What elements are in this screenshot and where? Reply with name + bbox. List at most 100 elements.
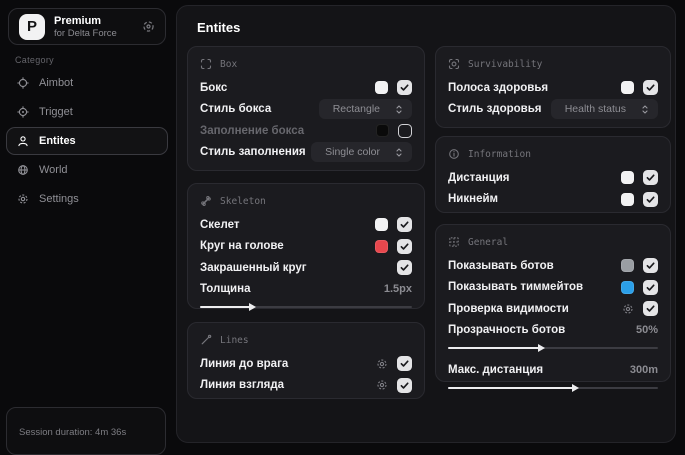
setting-label: Стиль здоровья [448, 103, 542, 116]
sidebar-item-trigget[interactable]: Trigget [6, 98, 168, 126]
checkbox[interactable] [397, 356, 412, 372]
setting-row: Прозрачность ботов 50% [448, 320, 658, 342]
card-header-label: Lines [220, 334, 249, 346]
setting-label: Толщина [200, 283, 251, 296]
card-information: Information Дистанция Никнейм [435, 136, 671, 213]
bone-icon [200, 195, 212, 207]
line-settings-gear-icon[interactable] [376, 379, 388, 391]
slider-thumb[interactable] [538, 344, 546, 352]
setting-label: Заполнение бокса [200, 124, 305, 137]
sidebar-item-label: World [39, 164, 68, 176]
color-swatch[interactable] [621, 259, 634, 273]
setting-row: Стиль заполнения Single color [200, 142, 412, 164]
checkbox[interactable] [643, 279, 658, 295]
sidebar-item-label: Entites [39, 135, 76, 147]
dropdown-value: Rectangle [332, 103, 380, 116]
setting-row: Закрашенный круг [200, 257, 412, 279]
gear-icon [17, 193, 29, 205]
info-icon [448, 148, 460, 160]
color-swatch[interactable] [375, 239, 388, 253]
box-style-dropdown[interactable]: Rectangle [318, 99, 412, 120]
setting-label: Полоса здоровья [448, 81, 549, 94]
setting-label: Дистанция [448, 171, 510, 184]
checkbox[interactable] [397, 238, 412, 254]
setting-row: Стиль бокса Rectangle [200, 99, 412, 121]
checkbox[interactable] [397, 260, 412, 276]
card-skeleton: Skeleton Скелет Круг на голове Закрашенн… [187, 183, 425, 312]
setting-row: Стиль здоровья Health status [448, 99, 658, 121]
card-header-label: Survivability [468, 58, 543, 70]
trigger-icon [17, 106, 29, 118]
dropdown-value: Health status [564, 103, 626, 116]
app-subtitle: for Delta Force [54, 27, 117, 39]
color-swatch[interactable] [621, 81, 634, 95]
setting-label: Показывать тиммейтов [448, 281, 584, 294]
setting-label: Никнейм [448, 193, 499, 206]
slider-value: 1.5px [383, 283, 412, 296]
chevron-up-down-icon [394, 147, 404, 158]
checkbox[interactable] [398, 123, 412, 138]
sidebar-nav: Aimbot Trigget Entites World Settings [6, 69, 168, 213]
setting-label: Линия взгляда [200, 379, 285, 392]
person-icon [17, 135, 29, 147]
sidebar-item-world[interactable]: World [6, 156, 168, 184]
slider-fill [448, 347, 541, 349]
checkbox[interactable] [397, 217, 412, 233]
max-distance-slider[interactable] [448, 383, 658, 393]
color-swatch[interactable] [375, 218, 388, 232]
chevron-up-down-icon [394, 104, 404, 115]
session-duration-text: Session duration: 4m 36s [19, 427, 127, 438]
slider-thumb[interactable] [248, 303, 256, 311]
app-logo: P [19, 13, 45, 40]
setting-row: Показывать ботов [448, 255, 658, 277]
sidebar-item-aimbot[interactable]: Aimbot [6, 69, 168, 97]
color-swatch[interactable] [375, 81, 388, 95]
line-settings-gear-icon[interactable] [376, 358, 388, 370]
sidebar: P Premium for Delta Force Category Aimbo… [0, 0, 172, 455]
premium-card: P Premium for Delta Force [8, 8, 166, 45]
setting-label: Скелет [200, 218, 240, 231]
grid-icon [448, 236, 460, 248]
color-swatch[interactable] [376, 124, 389, 138]
health-style-dropdown[interactable]: Health status [550, 99, 658, 120]
checkbox[interactable] [643, 80, 658, 96]
setting-label: Бокс [200, 81, 228, 94]
crosshair-icon [17, 77, 29, 89]
setting-row: Показывать тиммейтов [448, 277, 658, 299]
sidebar-item-settings[interactable]: Settings [6, 185, 168, 213]
globe-icon [17, 164, 29, 176]
checkbox[interactable] [643, 258, 658, 274]
setting-label: Проверка видимости [448, 302, 569, 315]
color-swatch[interactable] [621, 171, 634, 185]
visibility-settings-gear-icon[interactable] [622, 303, 634, 315]
setting-label: Линия до врага [200, 357, 289, 370]
card-general: General Показывать ботов Показывать тимм… [435, 224, 671, 392]
setting-label: Макс. дистанция [448, 363, 544, 376]
sync-icon[interactable] [142, 20, 155, 33]
checkbox[interactable] [643, 170, 658, 186]
fill-style-dropdown[interactable]: Single color [311, 142, 412, 163]
thickness-slider[interactable] [200, 302, 412, 312]
setting-row: Круг на голове [200, 236, 412, 258]
setting-label: Закрашенный круг [200, 261, 307, 274]
slider-fill [448, 386, 574, 389]
sidebar-item-entites[interactable]: Entites [6, 127, 168, 155]
checkbox[interactable] [643, 191, 658, 207]
bot-opacity-slider[interactable] [448, 343, 658, 353]
card-header-label: Box [220, 58, 238, 70]
color-swatch[interactable] [621, 192, 634, 206]
slider-thumb[interactable] [572, 383, 579, 392]
checkbox[interactable] [397, 377, 412, 393]
setting-row: Заполнение бокса [200, 120, 412, 142]
setting-label: Прозрачность ботов [448, 324, 566, 337]
card-header-label: Information [468, 148, 531, 160]
setting-row: Дистанция [448, 167, 658, 189]
setting-row: Никнейм [448, 189, 658, 211]
setting-row: Полоса здоровья [448, 77, 658, 99]
checkbox[interactable] [643, 301, 658, 317]
scan-target-icon [448, 58, 460, 70]
color-swatch[interactable] [621, 280, 634, 294]
checkbox[interactable] [397, 80, 412, 96]
app-title: Premium [54, 14, 102, 27]
card-lines: Lines Линия до врага Линия взгляда [187, 322, 425, 399]
